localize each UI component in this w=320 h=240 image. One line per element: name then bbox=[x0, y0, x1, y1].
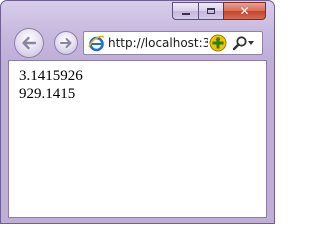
minimize-button[interactable] bbox=[172, 2, 199, 20]
navigation-bar: http://localhost:3 bbox=[1, 25, 274, 59]
minimize-icon bbox=[181, 13, 190, 15]
caption-buttons: ✕ bbox=[172, 2, 266, 22]
search-dropdown-icon[interactable] bbox=[248, 41, 254, 45]
forward-button[interactable] bbox=[54, 31, 78, 55]
maximize-icon bbox=[207, 8, 215, 14]
url-field[interactable]: http://localhost:3 bbox=[108, 36, 208, 50]
title-bar[interactable]: ✕ bbox=[1, 1, 274, 25]
back-arrow-icon bbox=[22, 36, 37, 50]
search-magnifier-icon[interactable] bbox=[232, 35, 248, 51]
compatibility-view-icon[interactable] bbox=[209, 34, 227, 52]
ie-logo-icon bbox=[88, 35, 105, 52]
close-button[interactable]: ✕ bbox=[223, 2, 266, 20]
address-bar[interactable]: http://localhost:3 bbox=[83, 31, 263, 55]
close-icon: ✕ bbox=[239, 4, 250, 18]
output-line-1: 3.1415926 bbox=[19, 68, 83, 84]
page-content: 3.1415926 929.1415 bbox=[8, 60, 267, 218]
forward-arrow-icon bbox=[60, 38, 72, 48]
maximize-button[interactable] bbox=[198, 2, 224, 20]
output-line-2: 929.1415 bbox=[19, 86, 76, 102]
back-button[interactable] bbox=[14, 28, 44, 58]
browser-window: ✕ http://localhost:3 3.1415926 929.1415 bbox=[0, 0, 275, 224]
